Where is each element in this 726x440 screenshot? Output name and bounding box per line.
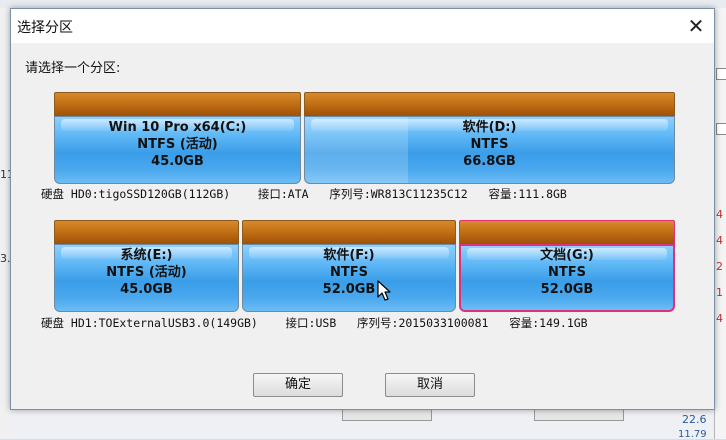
background-right-value: 2 [716,260,723,273]
partition-usage-band [54,92,301,116]
partition-size: 66.8GB [463,154,516,169]
ok-button[interactable]: 确定 [253,373,343,397]
partition-name: 软件(F:) [323,248,375,263]
background-bottom-value: 11.79 [678,429,707,440]
partition-size: 45.0GB [120,282,173,297]
dialog-titlebar[interactable]: 选择分区 ✕ [11,9,714,43]
partition-size: 45.0GB [151,154,204,169]
partition-filesystem: NTFS (活动) [106,265,187,280]
partition-size: 52.0GB [322,282,376,297]
background-right-value: 4 [716,208,723,221]
mouse-cursor-icon [377,280,391,301]
select-partition-dialog: 选择分区 ✕ 请选择一个分区: Win 10 Pro x64(C:) NTFS … [10,8,715,410]
partition-usage-band [54,220,239,244]
background-right-value: 1 [716,286,723,299]
partition-name: 文档(G:) [540,248,594,263]
background-left-value: 3. [0,252,11,265]
close-icon[interactable]: ✕ [683,13,709,39]
partition-usage-band [242,220,456,244]
background-bottom-area: 22.6 11.79 [10,405,714,440]
partition-name: 软件(D:) [462,120,517,135]
partition-usage-band [459,220,675,244]
partition-size: 52.0GB [540,282,594,297]
disk-info-hd1: 硬盘 HD1:TOExternalUSB3.0(149GB) 接口:USB 序列… [41,316,588,330]
dialog-title: 选择分区 [17,20,73,36]
partition-filesystem: NTFS [330,265,368,280]
cancel-button[interactable]: 取消 [385,373,475,397]
background-checkbox[interactable] [716,68,726,80]
background-right-value: 4 [716,234,723,247]
partition-filesystem: NTFS (活动) [137,137,218,152]
dialog-prompt: 请选择一个分区: [25,61,121,76]
disk-info-hd0: 硬盘 HD0:tigoSSD120GB(112GB) 接口:ATA 序列号:WR… [41,187,567,201]
background-right-panel: 4 4 2 1 4 [714,8,726,439]
partition-filesystem: NTFS [470,137,509,152]
partition-name: 系统(E:) [120,248,173,263]
partition-usage-band [304,92,675,116]
background-right-value: 4 [716,312,723,325]
partition-name: Win 10 Pro x64(C:) [108,120,247,135]
background-bottom-value: 22.6 [682,413,707,426]
partition-filesystem: NTFS [548,265,586,280]
background-checkbox[interactable] [716,123,726,135]
